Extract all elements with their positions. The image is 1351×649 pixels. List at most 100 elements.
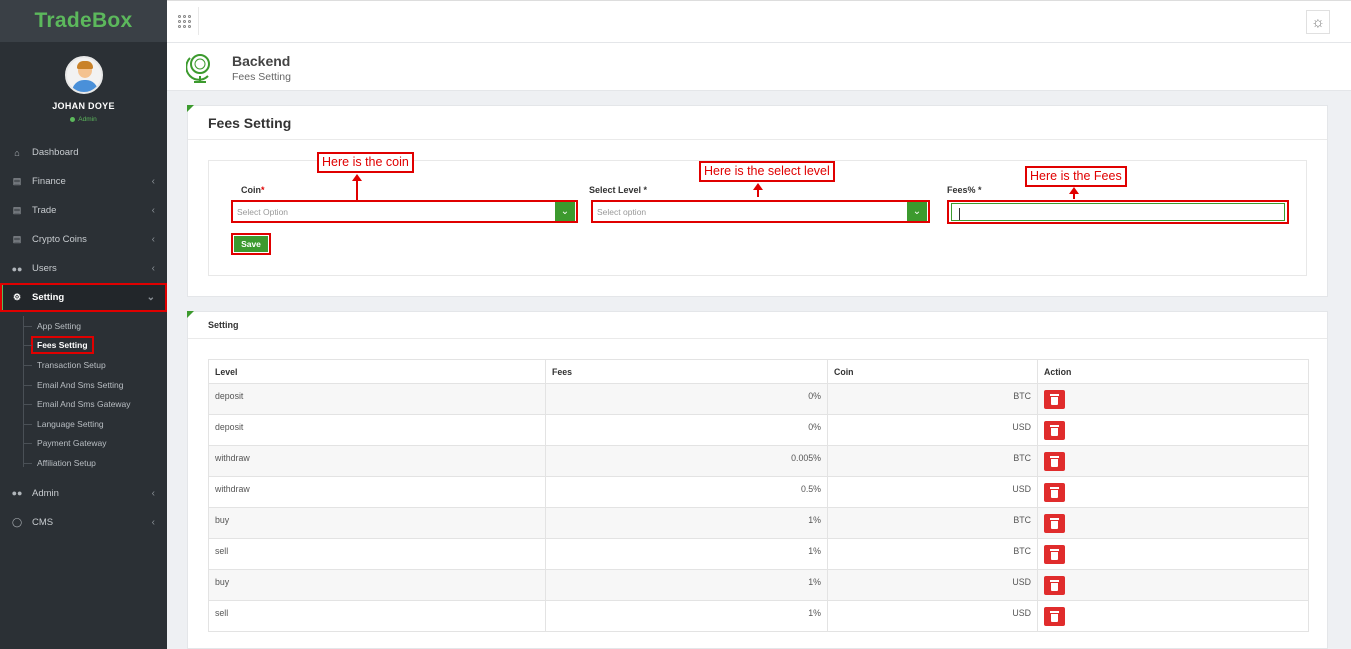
cell-fees: 0.5% xyxy=(545,476,828,508)
table-row: withdraw 0.5% USD xyxy=(208,476,1309,508)
chevron-left-icon: ‹ xyxy=(151,234,155,245)
trash-icon xyxy=(1050,579,1059,591)
fees-input[interactable] xyxy=(947,200,1289,224)
delete-button[interactable] xyxy=(1044,576,1065,595)
cell-action xyxy=(1037,414,1309,446)
submenu-item-payment-gateway[interactable]: Payment Gateway xyxy=(0,434,167,454)
delete-button[interactable] xyxy=(1044,607,1065,626)
cell-action xyxy=(1037,538,1309,570)
submenu-item-fees-setting[interactable]: Fees Setting xyxy=(0,336,167,356)
sidebar-item-admin[interactable]: ●● Admin ‹ xyxy=(0,479,167,508)
fees-label: Fees% * xyxy=(947,185,982,195)
cell-coin: USD xyxy=(827,569,1038,601)
annotation-fees: Here is the Fees xyxy=(1025,166,1127,187)
cell-level: withdraw xyxy=(208,445,546,477)
card-icon: ▤ xyxy=(12,205,22,215)
submenu-item-app-setting[interactable]: App Setting xyxy=(0,316,167,336)
cell-action xyxy=(1037,383,1309,415)
settings-button[interactable]: ☼ xyxy=(1306,10,1330,34)
cell-level: deposit xyxy=(208,383,546,415)
table-row: buy 1% USD xyxy=(208,569,1309,601)
setting-submenu: App Setting Fees Setting Transaction Set… xyxy=(0,312,167,479)
chevron-down-icon: ⌄ xyxy=(907,202,927,221)
chevron-left-icon: ‹ xyxy=(151,516,155,528)
level-label: Select Level * xyxy=(589,185,648,195)
column-header-coin: Coin xyxy=(827,359,1038,384)
cell-coin: BTC xyxy=(827,538,1038,570)
brand-logo[interactable]: TradeBox xyxy=(0,0,167,42)
fees-table: Level Fees Coin Action deposit 0% BTC de… xyxy=(208,359,1309,632)
users-icon: ●● xyxy=(11,263,23,274)
fees-setting-panel: Fees Setting Coin* Select Option ⌄ Selec… xyxy=(187,105,1328,297)
column-header-level: Level xyxy=(208,359,546,384)
table-row: withdraw 0.005% BTC xyxy=(208,445,1309,477)
cell-fees: 0% xyxy=(545,383,828,415)
chevron-down-icon: ⌄ xyxy=(555,202,575,221)
cell-fees: 1% xyxy=(545,507,828,539)
delete-button[interactable] xyxy=(1044,390,1065,409)
cell-level: withdraw xyxy=(208,476,546,508)
trash-icon xyxy=(1050,455,1059,467)
annotation-coin: Here is the coin xyxy=(317,152,414,173)
gear-icon: ☼ xyxy=(1311,13,1325,31)
cell-fees: 0.005% xyxy=(545,445,828,477)
table-row: deposit 0% USD xyxy=(208,414,1309,446)
trash-icon xyxy=(1050,548,1059,560)
annotation-arrow-fees xyxy=(1069,187,1079,199)
card-icon: ▤ xyxy=(12,234,22,244)
cell-action xyxy=(1037,600,1309,632)
gear-icon: ⚙ xyxy=(12,292,22,302)
delete-button[interactable] xyxy=(1044,483,1065,502)
text-caret xyxy=(959,208,960,220)
submenu-item-affiliation-setup[interactable]: Affiliation Setup xyxy=(0,453,167,473)
panel-title: Fees Setting xyxy=(188,106,1327,140)
card-icon: ▤ xyxy=(12,176,22,186)
delete-button[interactable] xyxy=(1044,421,1065,440)
cell-fees: 1% xyxy=(545,569,828,601)
cell-coin: USD xyxy=(827,414,1038,446)
settings-table-panel: Setting Level Fees Coin Action deposit 0… xyxy=(187,311,1328,649)
submenu-item-email-sms-gateway[interactable]: Email And Sms Gateway xyxy=(0,394,167,414)
sidebar-item-finance[interactable]: ▤ Finance ‹ xyxy=(0,167,167,196)
sidebar-item-trade[interactable]: ▤ Trade ‹ xyxy=(0,196,167,225)
sidebar-item-dashboard[interactable]: ⌂ Dashboard xyxy=(0,138,167,167)
coin-select[interactable]: Select Option ⌄ xyxy=(231,200,578,223)
trash-icon xyxy=(1050,486,1059,498)
sidebar-menu: ⌂ Dashboard ▤ Finance ‹ ▤ Trade ‹ ▤ Cryp… xyxy=(0,138,167,537)
submenu-item-email-sms-setting[interactable]: Email And Sms Setting xyxy=(0,375,167,395)
cell-coin: BTC xyxy=(827,445,1038,477)
delete-button[interactable] xyxy=(1044,452,1065,471)
cell-level: buy xyxy=(208,507,546,539)
sidebar-item-cms[interactable]: ◯ CMS ‹ xyxy=(0,508,167,537)
apps-grid-button[interactable] xyxy=(171,7,199,35)
cell-level: deposit xyxy=(208,414,546,446)
sidebar-item-users[interactable]: ●● Users ‹ xyxy=(0,254,167,283)
table-header-row: Level Fees Coin Action xyxy=(208,359,1309,384)
coin-label: Coin* xyxy=(241,185,265,195)
trash-icon xyxy=(1050,517,1059,529)
table-row: deposit 0% BTC xyxy=(208,383,1309,415)
pin-icon: ◯ xyxy=(11,516,23,527)
panel-title: Setting xyxy=(188,312,1327,339)
cell-level: sell xyxy=(208,538,546,570)
save-button[interactable]: Save xyxy=(231,233,271,255)
user-profile: JOHAN DOYE Admin xyxy=(0,42,167,130)
topbar: ☼ xyxy=(167,0,1351,43)
submenu-item-language-setting[interactable]: Language Setting xyxy=(0,414,167,434)
submenu-item-transaction-setup[interactable]: Transaction Setup xyxy=(0,355,167,375)
globe-icon xyxy=(186,54,210,83)
page-title: Backend xyxy=(232,53,291,69)
sidebar-item-setting[interactable]: ⚙ Setting ⌄ xyxy=(0,283,167,312)
table-row: sell 1% USD xyxy=(208,600,1309,632)
cell-level: sell xyxy=(208,600,546,632)
delete-button[interactable] xyxy=(1044,514,1065,533)
trash-icon xyxy=(1050,610,1059,622)
cell-coin: USD xyxy=(827,600,1038,632)
user-name: JOHAN DOYE xyxy=(52,101,115,111)
avatar[interactable] xyxy=(64,56,103,94)
level-select[interactable]: Select option ⌄ xyxy=(591,200,930,223)
delete-button[interactable] xyxy=(1044,545,1065,564)
cell-fees: 1% xyxy=(545,538,828,570)
page-subtitle: Fees Setting xyxy=(232,71,291,83)
sidebar-item-crypto-coins[interactable]: ▤ Crypto Coins ‹ xyxy=(0,225,167,254)
